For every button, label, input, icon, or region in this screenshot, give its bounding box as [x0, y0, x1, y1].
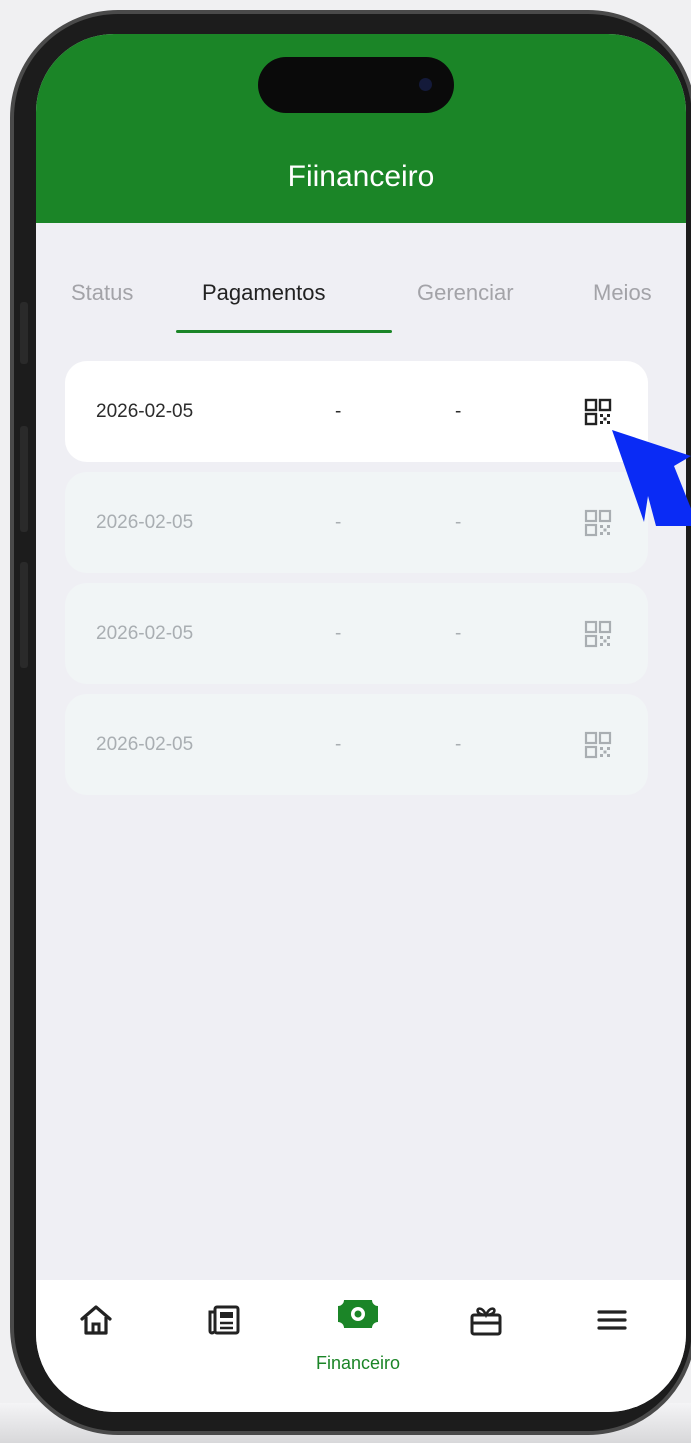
nav-financeiro[interactable]: Financeiro — [293, 1296, 423, 1386]
page-title: Fiinanceiro — [287, 160, 435, 193]
camera-icon — [419, 78, 432, 91]
payment-row[interactable]: 2026-02-05 - - — [65, 583, 648, 684]
payment-status: - — [455, 623, 462, 644]
payment-status: - — [455, 512, 462, 533]
payment-row[interactable]: 2026-02-05 - - — [65, 361, 648, 462]
qr-code-icon[interactable] — [584, 731, 612, 759]
tab-pagamentos[interactable]: Pagamentos — [202, 280, 326, 306]
payment-value: - — [335, 623, 342, 644]
qr-code-icon[interactable] — [584, 398, 612, 426]
payment-date: 2026-02-05 — [96, 734, 194, 755]
nav-financeiro-label: Financeiro — [315, 1353, 401, 1373]
home-icon[interactable] — [78, 1302, 114, 1338]
payment-row[interactable]: 2026-02-05 - - — [65, 694, 648, 795]
payment-status: - — [455, 401, 462, 422]
active-tab-indicator — [176, 330, 392, 333]
dynamic-island — [258, 57, 454, 113]
payment-value: - — [335, 512, 342, 533]
payment-status: - — [455, 734, 462, 755]
pointer-cursor-icon — [612, 430, 691, 526]
payment-row[interactable]: 2026-02-05 - - — [65, 472, 648, 573]
payment-date: 2026-02-05 — [96, 401, 194, 422]
phone-screen: Fiinanceiro Status Pagamentos Gerenciar … — [36, 34, 686, 1412]
tab-meios[interactable]: Meios — [593, 280, 652, 306]
app-header: Fiinanceiro — [36, 34, 686, 223]
menu-icon[interactable] — [594, 1302, 630, 1338]
payment-date: 2026-02-05 — [96, 623, 194, 644]
newspaper-icon[interactable] — [206, 1302, 242, 1338]
money-icon — [338, 1300, 378, 1328]
tab-gerenciar[interactable]: Gerenciar — [417, 280, 514, 306]
gift-icon[interactable] — [468, 1302, 504, 1338]
bottom-nav: Financeiro — [36, 1280, 686, 1412]
tab-status[interactable]: Status — [71, 280, 133, 306]
tab-bar: Status Pagamentos Gerenciar Meios — [36, 274, 686, 334]
payment-date: 2026-02-05 — [96, 512, 194, 533]
payment-value: - — [335, 401, 342, 422]
qr-code-icon[interactable] — [584, 620, 612, 648]
payment-value: - — [335, 734, 342, 755]
